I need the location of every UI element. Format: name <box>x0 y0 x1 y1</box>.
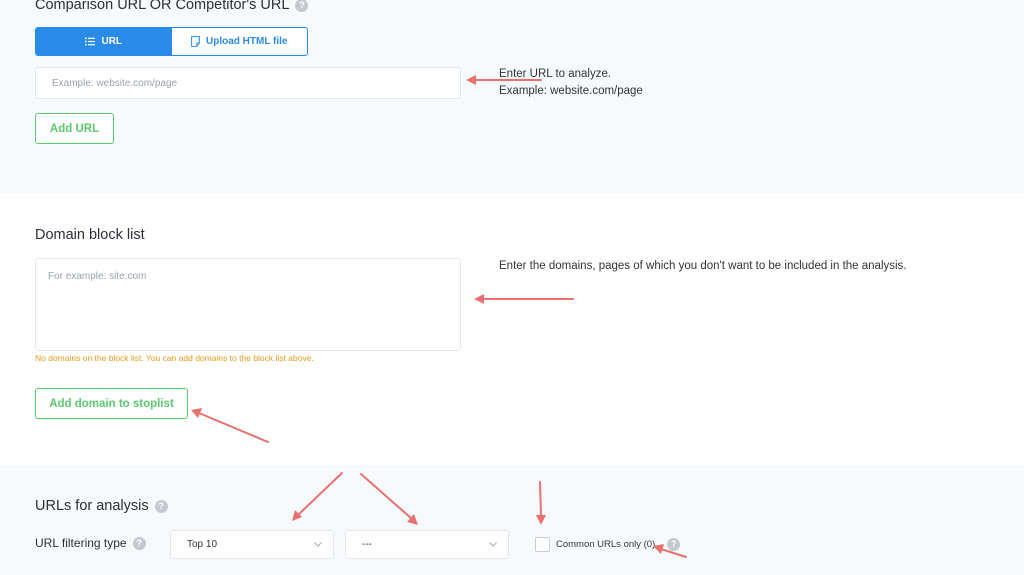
help-icon[interactable]: ? <box>295 0 309 12</box>
comparison-title-text: Comparison URL OR Competitor's URL <box>35 0 290 13</box>
url-note: Enter URL to analyze. Example: website.c… <box>499 66 643 100</box>
chevron-down-icon <box>489 542 497 547</box>
common-urls-label-text: Common URLs only (0) <box>556 539 656 551</box>
filter-label-text: URL filtering type <box>35 536 127 550</box>
tab-url[interactable]: URL <box>36 28 172 55</box>
help-icon[interactable]: ? <box>154 499 168 513</box>
add-domain-button[interactable]: Add domain to stoplist <box>35 388 188 419</box>
file-icon <box>191 36 200 47</box>
filter-secondary-select[interactable]: --- <box>345 530 509 559</box>
help-icon[interactable]: ? <box>132 537 146 551</box>
tab-url-label: URL <box>101 36 123 47</box>
list-icon <box>85 37 96 46</box>
analysis-title: URLs for analysis? <box>35 498 168 514</box>
url-note-line1: Enter URL to analyze. <box>499 68 612 80</box>
comparison-title: Comparison URL OR Competitor's URL? <box>35 0 309 13</box>
filter-type-value: Top 10 <box>187 539 218 550</box>
tab-upload-label: Upload HTML file <box>206 36 288 47</box>
analysis-section <box>0 465 1024 575</box>
filter-label: URL filtering type? <box>35 536 146 551</box>
tab-upload-html[interactable]: Upload HTML file <box>172 28 308 55</box>
filter-type-select[interactable]: Top 10 <box>170 530 334 559</box>
blocklist-title: Domain block list <box>35 227 145 243</box>
blocklist-note: Enter the domains, pages of which you do… <box>499 260 907 272</box>
chevron-down-icon <box>314 542 322 547</box>
blocklist-warning: No domains on the block list. You can ad… <box>35 353 314 363</box>
url-input[interactable] <box>35 67 461 99</box>
analysis-title-text: URLs for analysis <box>35 498 149 514</box>
common-urls-label: Common URLs only (0)? <box>556 538 681 551</box>
common-urls-checkbox[interactable] <box>535 537 550 552</box>
filter-secondary-value: --- <box>362 539 372 550</box>
add-url-button[interactable]: Add URL <box>35 113 114 144</box>
blocklist-textarea[interactable] <box>35 258 461 351</box>
help-icon[interactable]: ? <box>667 538 681 551</box>
url-note-line2: Example: website.com/page <box>499 85 643 97</box>
source-toggle: URL Upload HTML file <box>35 27 308 56</box>
